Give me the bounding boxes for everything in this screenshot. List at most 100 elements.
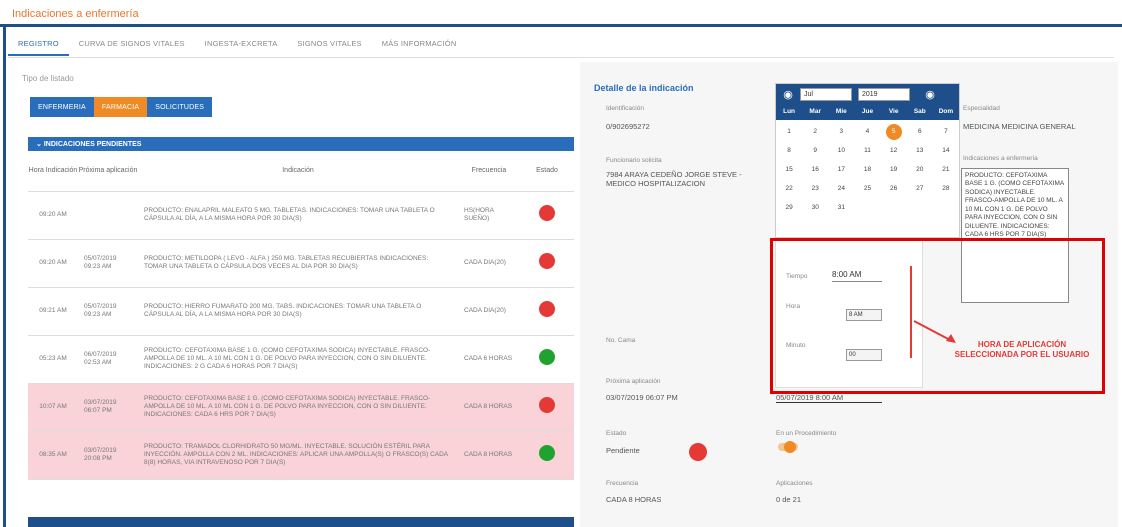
cell-estado bbox=[520, 335, 574, 384]
month-select[interactable]: Jul bbox=[800, 87, 852, 101]
weekday-label: Mie bbox=[835, 108, 847, 115]
cama-label: No. Cama bbox=[606, 337, 636, 344]
tipo-listado-label: Tipo de listado bbox=[22, 74, 74, 83]
calendar-day[interactable]: 16 bbox=[802, 162, 828, 178]
table-row[interactable]: 05:23 AM 06/07/2019 02:53 AM PRODUCTO: CEF… bbox=[28, 335, 574, 384]
calendar-day[interactable]: 22 bbox=[776, 181, 802, 197]
frecuencia-value: CADA 8 HORAS bbox=[606, 495, 662, 504]
calendar-day[interactable]: 9 bbox=[802, 143, 828, 159]
calendar-day[interactable]: 2 bbox=[802, 124, 828, 140]
cell-hora: 08:35 AM bbox=[28, 431, 78, 480]
cell-indicacion: PRODUCTO: METILDOPA ( LEVO - ALFA ) 250 … bbox=[138, 239, 458, 288]
cell-proxima bbox=[78, 191, 138, 240]
procedimiento-toggle[interactable] bbox=[776, 440, 800, 454]
funcionario-label: Funcionario solicita bbox=[606, 157, 662, 164]
tabs-divider bbox=[8, 57, 1114, 58]
calendar-day[interactable]: 21 bbox=[933, 162, 959, 178]
table-row[interactable]: 09:20 AM 05/07/2019 09:23 AM PRODUCTO: MET… bbox=[28, 239, 574, 288]
weekday-label: Dom bbox=[938, 108, 954, 115]
weekday-label: Sab bbox=[913, 108, 926, 115]
solicitudes-button[interactable]: SOLICITUDES bbox=[147, 97, 213, 117]
status-dot-icon bbox=[539, 397, 555, 414]
toggle-knob bbox=[784, 441, 796, 453]
status-dot-icon bbox=[539, 445, 555, 462]
cell-hora: 05:23 AM bbox=[28, 335, 78, 384]
col-hora: Hora Indicación bbox=[28, 151, 78, 192]
weekday-label: Jue bbox=[861, 108, 874, 115]
calendar-day[interactable]: 23 bbox=[802, 181, 828, 197]
calendar-day[interactable]: 26 bbox=[881, 181, 907, 197]
proxima-value: 03/07/2019 06:07 PM bbox=[606, 393, 678, 402]
procedimiento-label: En un Procedimiento bbox=[776, 430, 837, 437]
calendar-day[interactable]: 10 bbox=[828, 143, 854, 159]
calendar-day[interactable]: 30 bbox=[802, 200, 828, 216]
chevron-down-icon: ⌄ bbox=[36, 141, 44, 148]
cell-frecuencia: HS(HORA SUEÑO) bbox=[458, 191, 520, 240]
calendar-day[interactable]: 27 bbox=[907, 181, 933, 197]
cell-proxima: 03/07/2019 06:07 PM bbox=[78, 383, 138, 432]
tab-ingesta-excreta[interactable]: INGESTA-EXCRETA bbox=[195, 34, 288, 56]
calendar-day[interactable]: 4 bbox=[854, 124, 880, 140]
col-indicacion: Indicación bbox=[138, 151, 458, 192]
calendar-day[interactable]: 12 bbox=[881, 143, 907, 159]
estado-status-icon bbox=[689, 443, 707, 461]
farmacia-button[interactable]: FARMACIA bbox=[93, 97, 148, 117]
highlight-box bbox=[770, 238, 1105, 394]
weekday-label: Mar bbox=[809, 108, 821, 115]
cell-estado bbox=[520, 287, 574, 336]
tab-mas-informacion[interactable]: MÁS INFORMACIÓN bbox=[372, 34, 467, 56]
annotation-text: HORA DE APLICACIÓN SELECCIONADA POR EL U… bbox=[954, 340, 1090, 360]
indicaciones-table: ⌄ INDICACIONES PENDIENTES Hora Indicació… bbox=[28, 137, 574, 527]
status-dot-icon bbox=[539, 301, 555, 318]
calendar-day[interactable]: 1 bbox=[776, 124, 802, 140]
cell-indicacion: PRODUCTO: HIERRO FUMARATO 200 MG. TABS. … bbox=[138, 287, 458, 336]
cell-hora: 10:07 AM bbox=[28, 383, 78, 432]
table-row[interactable]: 10:07 AM 03/07/2019 06:07 PM PRODUCTO: CEF… bbox=[28, 383, 574, 432]
calendar-day[interactable]: 3 bbox=[828, 124, 854, 140]
tab-registro[interactable]: REGISTRO bbox=[8, 34, 69, 56]
cell-estado bbox=[520, 383, 574, 432]
especialidad-value: MEDICINA MEDICINA GENERAL bbox=[963, 122, 1076, 131]
calendar-day[interactable]: 11 bbox=[854, 143, 880, 159]
estado-label: Estado bbox=[606, 430, 627, 437]
cell-hora: 09:20 AM bbox=[28, 239, 78, 288]
calendar-day[interactable]: 25 bbox=[854, 181, 880, 197]
section-header[interactable]: ⌄ INDICACIONES PENDIENTES bbox=[28, 137, 574, 151]
next-month-icon[interactable]: ◉ bbox=[924, 88, 936, 101]
section-title: INDICACIONES PENDIENTES bbox=[43, 141, 142, 148]
calendar-day[interactable]: 8 bbox=[776, 143, 802, 159]
page-header: Indicaciones a enfermería bbox=[0, 0, 1122, 27]
calendar-day[interactable]: 5 bbox=[885, 124, 902, 140]
calendar-day[interactable]: 18 bbox=[854, 162, 880, 178]
cell-hora: 09:20 AM bbox=[28, 191, 78, 240]
table-row[interactable]: 09:20 AM PRODUCTO: ENALAPRIL MALEATO 5 MG… bbox=[28, 191, 574, 240]
proxima-aplicacion-input[interactable]: 05/07/2019 8:00 AM bbox=[776, 393, 882, 404]
calendar-day[interactable]: 13 bbox=[907, 143, 933, 159]
funcionario-value: 7984 ARAYA CEDEÑO JORGE STEVE - MEDICO H… bbox=[606, 170, 742, 189]
tab-curva-signos-vitales[interactable]: CURVA DE SIGNOS VITALES bbox=[69, 34, 195, 56]
calendar-day[interactable]: 7 bbox=[933, 124, 959, 140]
col-proxima: Próxima aplicación bbox=[78, 151, 138, 192]
calendar-day[interactable]: 29 bbox=[776, 200, 802, 216]
prev-month-icon[interactable]: ◉ bbox=[782, 88, 794, 101]
enfermeria-button[interactable]: ENFERMERIA bbox=[30, 97, 94, 117]
estado-value: Pendiente bbox=[606, 446, 640, 455]
calendar-day[interactable]: 15 bbox=[776, 162, 802, 178]
calendar-day[interactable]: 17 bbox=[828, 162, 854, 178]
cell-frecuencia: CADA 6 HORAS bbox=[458, 335, 520, 384]
calendar-day[interactable]: 6 bbox=[907, 124, 933, 140]
weekday-label: Vie bbox=[888, 108, 899, 115]
table-row[interactable]: 08:35 AM 03/07/2019 20:08 PM PRODUCTO: TRA… bbox=[28, 431, 574, 480]
calendar-day[interactable]: 20 bbox=[907, 162, 933, 178]
calendar-day[interactable]: 31 bbox=[828, 200, 854, 216]
table-row[interactable]: 09:21 AM 05/07/2019 09:23 AM PRODUCTO: HIE… bbox=[28, 287, 574, 336]
calendar-day[interactable]: 28 bbox=[933, 181, 959, 197]
list-type-buttons: ENFERMERIA FARMACIA SOLICITUDES bbox=[30, 97, 213, 117]
calendar-day[interactable]: 14 bbox=[933, 143, 959, 159]
tab-signos-vitales[interactable]: SIGNOS VITALES bbox=[287, 34, 371, 56]
year-select[interactable]: 2019 bbox=[858, 87, 910, 101]
cell-proxima: 05/07/2019 09:23 AM bbox=[78, 239, 138, 288]
cell-frecuencia: CADA DIA(20) bbox=[458, 287, 520, 336]
calendar-day[interactable]: 19 bbox=[881, 162, 907, 178]
calendar-day[interactable]: 24 bbox=[828, 181, 854, 197]
